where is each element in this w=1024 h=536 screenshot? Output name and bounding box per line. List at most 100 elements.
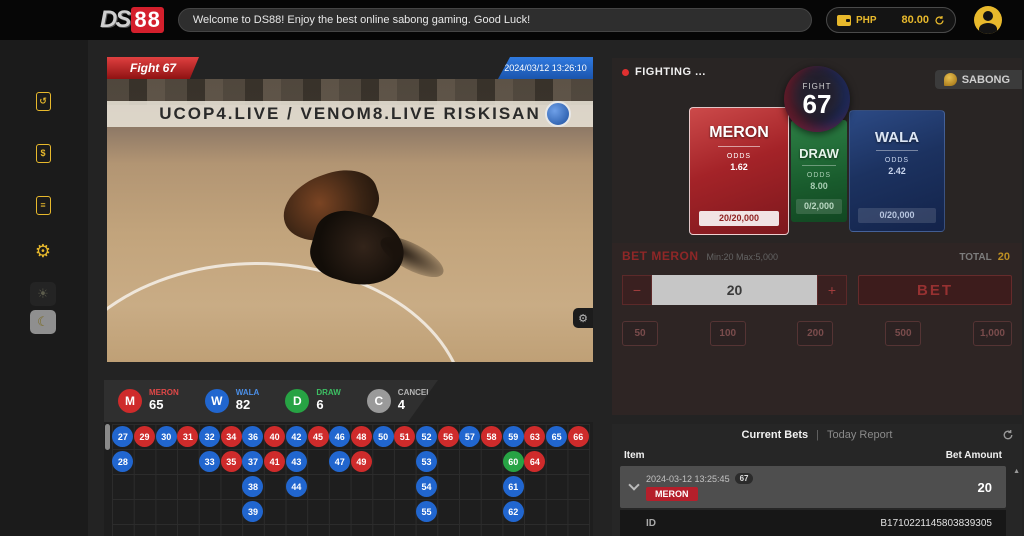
quick-amount-50[interactable]: 50 — [622, 321, 658, 346]
results-board: 2729303132343640424546485051525657585963… — [104, 422, 593, 536]
cancel-count-icon: C — [367, 389, 391, 413]
brand-logo[interactable]: DS 88 — [100, 6, 164, 34]
refresh-bets-icon[interactable] — [1002, 429, 1014, 441]
bet-side-label: BET MERON — [622, 249, 699, 263]
current-bets-panel: Current Bets | Today Report Item Bet Amo… — [612, 424, 1022, 536]
bet-row[interactable]: 2024-03-12 13:25:45 67 MERON 20 — [620, 466, 1006, 508]
result-cell-36: 36 — [242, 426, 263, 447]
meron-card-title: MERON — [709, 124, 769, 142]
fight-status-text: FIGHTING ... — [635, 66, 706, 78]
sidebar-item-rules[interactable]: ≡ — [30, 192, 56, 218]
stat-meron-value: 65 — [149, 398, 179, 412]
currency-label: PHP — [856, 15, 877, 26]
result-cell-47: 47 — [329, 451, 350, 472]
quick-amount-200[interactable]: 200 — [797, 321, 833, 346]
stat-draw: D DRAW6 — [285, 389, 340, 413]
chevron-down-icon — [628, 479, 639, 490]
result-cell-62: 62 — [503, 501, 524, 522]
sidebar-item-bet-history[interactable]: ↺ — [30, 88, 56, 114]
rules-icon: ≡ — [36, 196, 51, 215]
sun-icon: ☀ — [37, 286, 49, 302]
stat-cancel: C CANCEL4 — [367, 389, 431, 413]
sidebar-item-settings[interactable]: ⚙ — [30, 238, 56, 264]
stream-timestamp-badge: 2024/03/12 13:26:10 — [498, 57, 593, 79]
result-cell-58: 58 — [481, 426, 502, 447]
draw-pool-amount: 0/2,000 — [796, 199, 842, 214]
bet-row-side-badge: MERON — [646, 487, 698, 501]
result-cell-65: 65 — [546, 426, 567, 447]
result-cell-32: 32 — [199, 426, 220, 447]
logo-ds-text: DS — [100, 6, 129, 34]
sidebar-item-transactions[interactable]: $ — [30, 140, 56, 166]
stake-stepper: − + — [622, 275, 847, 305]
meron-count-icon: M — [118, 389, 142, 413]
tab-today-report[interactable]: Today Report — [827, 429, 892, 441]
meron-odds-label: ODDS — [727, 153, 751, 160]
result-cell-28: 28 — [112, 451, 133, 472]
transactions-icon: $ — [36, 144, 51, 163]
wallet-icon — [837, 15, 851, 26]
result-stats-bar: M MERON65 W WALA82 D DRAW6 C CANCEL4 — [104, 380, 438, 422]
result-cell-59: 59 — [503, 426, 524, 447]
marquee-banner: Welcome to DS88! Enjoy the best online s… — [178, 8, 812, 32]
user-avatar[interactable] — [974, 6, 1002, 34]
stat-draw-value: 6 — [316, 398, 340, 412]
live-video-player[interactable]: UCOP4.LIVE / VENOM8.LIVE RISKISAN ⚙ — [107, 79, 593, 362]
moon-icon: ☾ — [37, 314, 49, 330]
logo-88-text: 88 — [131, 7, 163, 33]
result-cell-41: 41 — [264, 451, 285, 472]
wala-odds-value: 2.42 — [888, 166, 906, 176]
video-settings-icon[interactable]: ⚙ — [573, 308, 593, 328]
result-cell-40: 40 — [264, 426, 285, 447]
left-sidebar: ↺ $ ≡ ⚙ ☀ ☾ — [0, 40, 88, 536]
quick-amount-500[interactable]: 500 — [885, 321, 921, 346]
stake-plus-button[interactable]: + — [817, 275, 847, 305]
balance-amount: 80.00 — [882, 14, 929, 26]
avatar-head-icon — [983, 11, 993, 21]
tab-current-bets[interactable]: Current Bets — [742, 429, 809, 441]
result-cell-48: 48 — [351, 426, 372, 447]
bet-label-row: BET MERON Min:20 Max:5,000 — [622, 249, 778, 263]
tab-separator: | — [816, 429, 819, 441]
stake-input[interactable] — [652, 275, 817, 305]
result-grid: 2729303132343640424546485051525657585963… — [112, 424, 590, 536]
fight-number-circle: FIGHT 67 — [784, 66, 850, 132]
stake-minus-button[interactable]: − — [622, 275, 652, 305]
stat-wala: W WALA82 — [205, 389, 260, 413]
betting-panel: FIGHTING ... SABONG FIGHT 67 MERON ODDS … — [612, 58, 1022, 415]
wala-pool-amount: 0/20,000 — [858, 208, 935, 223]
balance-pill[interactable]: PHP 80.00 — [826, 7, 956, 33]
provider-badge[interactable]: SABONG — [935, 70, 1022, 89]
scroll-up-icon[interactable]: ▲ — [1013, 468, 1020, 475]
bet-row-amount: 20 — [978, 480, 992, 495]
col-item: Item — [624, 450, 645, 461]
app-root: DS 88 Welcome to DS88! Enjoy the best on… — [0, 0, 1024, 536]
wala-odds-label: ODDS — [885, 157, 909, 164]
bet-entry-zone: BET MERON Min:20 Max:5,000 TOTAL 20 − + … — [612, 243, 1022, 415]
refresh-balance-icon[interactable] — [934, 15, 945, 26]
wala-card-title: WALA — [875, 129, 919, 146]
live-status-dot-icon — [622, 69, 629, 76]
welcome-message: Welcome to DS88! Enjoy the best online s… — [193, 14, 530, 26]
fight-number: 67 — [803, 91, 832, 117]
quick-amount-100[interactable]: 100 — [710, 321, 746, 346]
draw-card[interactable]: DRAW ODDS 8.00 0/2,000 — [791, 120, 847, 222]
meron-card[interactable]: MERON ODDS 1.62 20/20,000 — [689, 107, 789, 235]
divider — [718, 146, 760, 147]
bet-detail-row: ID B1710221145803839305 — [620, 510, 1006, 536]
result-cell-49: 49 — [351, 451, 372, 472]
divider — [876, 150, 918, 151]
draw-count-icon: D — [285, 389, 309, 413]
result-cell-56: 56 — [438, 426, 459, 447]
top-bar: DS 88 Welcome to DS88! Enjoy the best on… — [0, 0, 1024, 40]
bet-button[interactable]: BET — [858, 275, 1012, 305]
wala-card[interactable]: WALA ODDS 2.42 0/20,000 — [849, 110, 945, 232]
theme-dark-toggle[interactable]: ☾ — [30, 310, 56, 334]
rooster-icon — [944, 73, 957, 86]
theme-light-toggle[interactable]: ☀ — [30, 282, 56, 306]
quick-amount-1000[interactable]: 1,000 — [973, 321, 1012, 346]
result-cell-64: 64 — [524, 451, 545, 472]
result-cell-52: 52 — [416, 426, 437, 447]
results-scrollbar[interactable] — [105, 424, 110, 450]
result-cell-55: 55 — [416, 501, 437, 522]
